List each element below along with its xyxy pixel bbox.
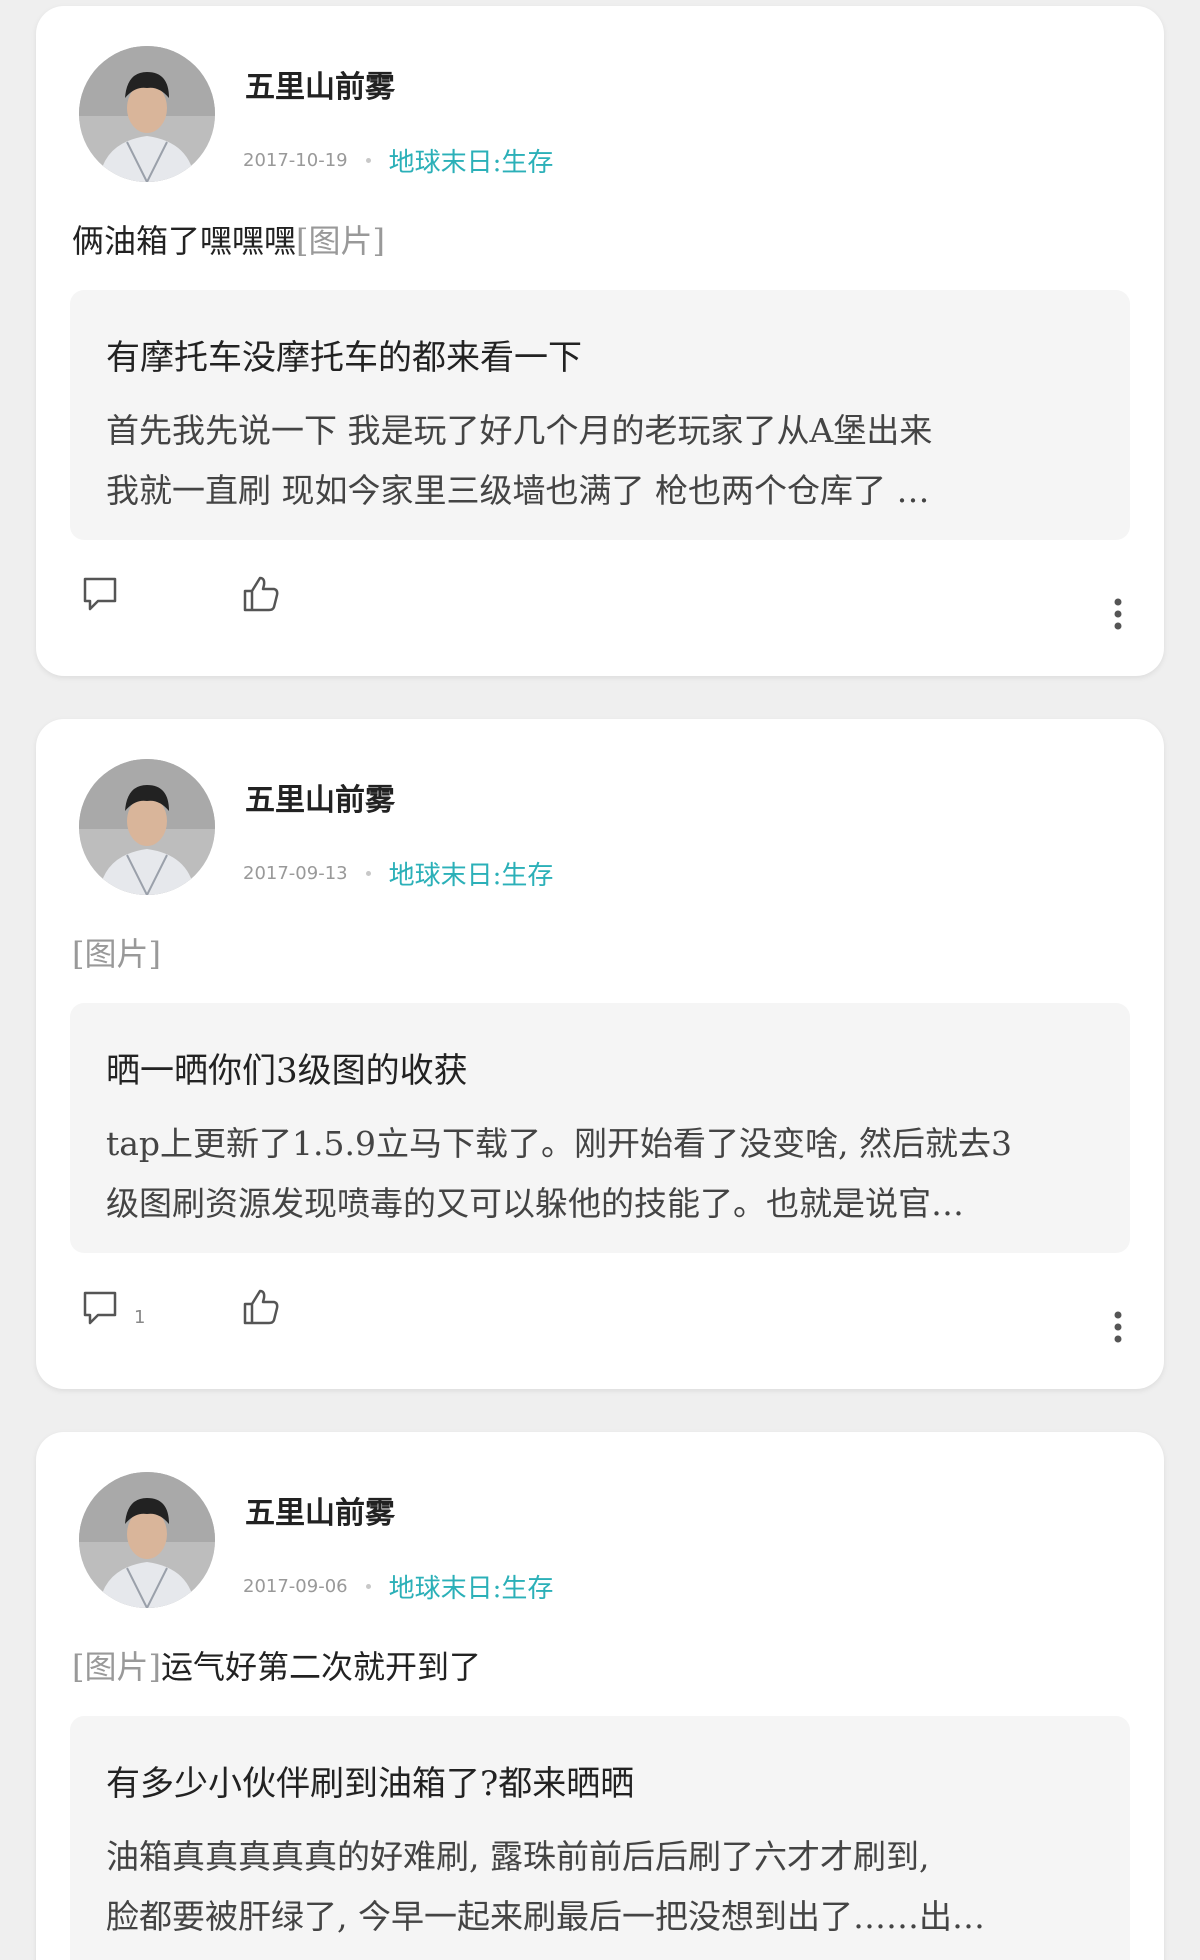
post-meta: 2017-09-06 地球末日:生存 [243,1568,553,1605]
excerpt-line: 我就一直刷 现如今家里三级墙也满了 枪也两个仓库了 … [106,471,930,510]
post-card[interactable]: 五里山前雾 2017-10-19 地球末日:生存 俩油箱了嘿嘿嘿[图片] 有摩托… [36,6,1164,676]
post-card[interactable]: 五里山前雾 2017-09-06 地球末日:生存 [图片]运气好第二次就开到了 … [36,1432,1164,1960]
separator-dot [365,1584,371,1589]
post-text[interactable]: [图片]运气好第二次就开到了 [72,1642,481,1688]
quoted-post-excerpt: tap上更新了1.5.9立马下载了。刚开始看了没变啥, 然后就去3 级图刷资源发… [106,1114,1094,1234]
author-name[interactable]: 五里山前雾 [245,775,395,819]
separator-dot [365,158,371,163]
avatar[interactable] [79,46,215,182]
post-text[interactable]: [图片] [72,929,161,975]
quoted-post-title: 晒一晒你们3级图的收获 [106,1051,468,1091]
game-link[interactable]: 地球末日:生存 [389,855,554,892]
like-button[interactable] [241,1287,281,1327]
more-options-button[interactable] [1112,596,1124,632]
post-text[interactable]: 俩油箱了嘿嘿嘿[图片] [72,216,385,262]
post-actions: 1 [36,1287,1164,1367]
post-date: 2017-09-13 [243,863,348,884]
image-tag[interactable]: [图片] [296,222,385,260]
quoted-post-title: 有多少小伙伴刷到油箱了?都来晒晒 [106,1764,635,1804]
comment-icon [80,1288,120,1328]
excerpt-line: tap上更新了1.5.9立马下载了。刚开始看了没变啥, 然后就去3 [106,1124,1013,1163]
post-actions [36,574,1164,654]
more-vertical-icon [1112,596,1124,632]
game-link[interactable]: 地球末日:生存 [389,142,554,179]
image-tag[interactable]: [图片] [72,1648,161,1686]
post-text-content: 运气好第二次就开到了 [160,1648,481,1686]
post-date: 2017-09-06 [243,1576,348,1597]
quoted-post-excerpt: 首先我先说一下 我是玩了好几个月的老玩家了从A堡出来 我就一直刷 现如今家里三级… [106,401,1094,521]
post-meta: 2017-09-13 地球末日:生存 [243,855,553,892]
quoted-post[interactable]: 晒一晒你们3级图的收获 tap上更新了1.5.9立马下载了。刚开始看了没变啥, … [70,1003,1130,1253]
quoted-post-excerpt: 油箱真真真真真的好难刷, 露珠前前后后刷了六才才刷到, 脸都要被肝绿了, 今早一… [106,1827,1094,1947]
quoted-post[interactable]: 有多少小伙伴刷到油箱了?都来晒晒 油箱真真真真真的好难刷, 露珠前前后后刷了六才… [70,1716,1130,1960]
quoted-post[interactable]: 有摩托车没摩托车的都来看一下 首先我先说一下 我是玩了好几个月的老玩家了从A堡出… [70,290,1130,540]
more-options-button[interactable] [1112,1309,1124,1345]
like-button[interactable] [241,574,281,614]
post-card[interactable]: 五里山前雾 2017-09-13 地球末日:生存 [图片] 晒一晒你们3级图的收… [36,719,1164,1389]
post-date: 2017-10-19 [243,150,348,171]
image-tag[interactable]: [图片] [72,935,161,973]
comment-button[interactable] [80,574,134,614]
post-text-content: 俩油箱了嘿嘿嘿 [72,222,297,260]
comment-count: 1 [134,1307,146,1328]
author-name[interactable]: 五里山前雾 [245,62,395,106]
excerpt-line: 脸都要被肝绿了, 今早一起来刷最后一把没想到出了……出… [106,1897,985,1936]
separator-dot [365,871,371,876]
excerpt-line: 首先我先说一下 我是玩了好几个月的老玩家了从A堡出来 [106,411,933,450]
avatar[interactable] [79,759,215,895]
excerpt-line: 油箱真真真真真的好难刷, 露珠前前后后刷了六才才刷到, [106,1837,930,1876]
thumbs-up-icon [241,1287,281,1327]
thumbs-up-icon [241,574,281,614]
comment-button[interactable]: 1 [80,1287,145,1328]
game-link[interactable]: 地球末日:生存 [389,1568,554,1605]
author-name[interactable]: 五里山前雾 [245,1488,395,1532]
comment-icon [80,574,120,614]
post-meta: 2017-10-19 地球末日:生存 [243,142,553,179]
quoted-post-title: 有摩托车没摩托车的都来看一下 [106,338,582,378]
excerpt-line: 级图刷资源发现喷毒的又可以躲他的技能了。也就是说官… [106,1184,964,1223]
avatar[interactable] [79,1472,215,1608]
more-vertical-icon [1112,1309,1124,1345]
